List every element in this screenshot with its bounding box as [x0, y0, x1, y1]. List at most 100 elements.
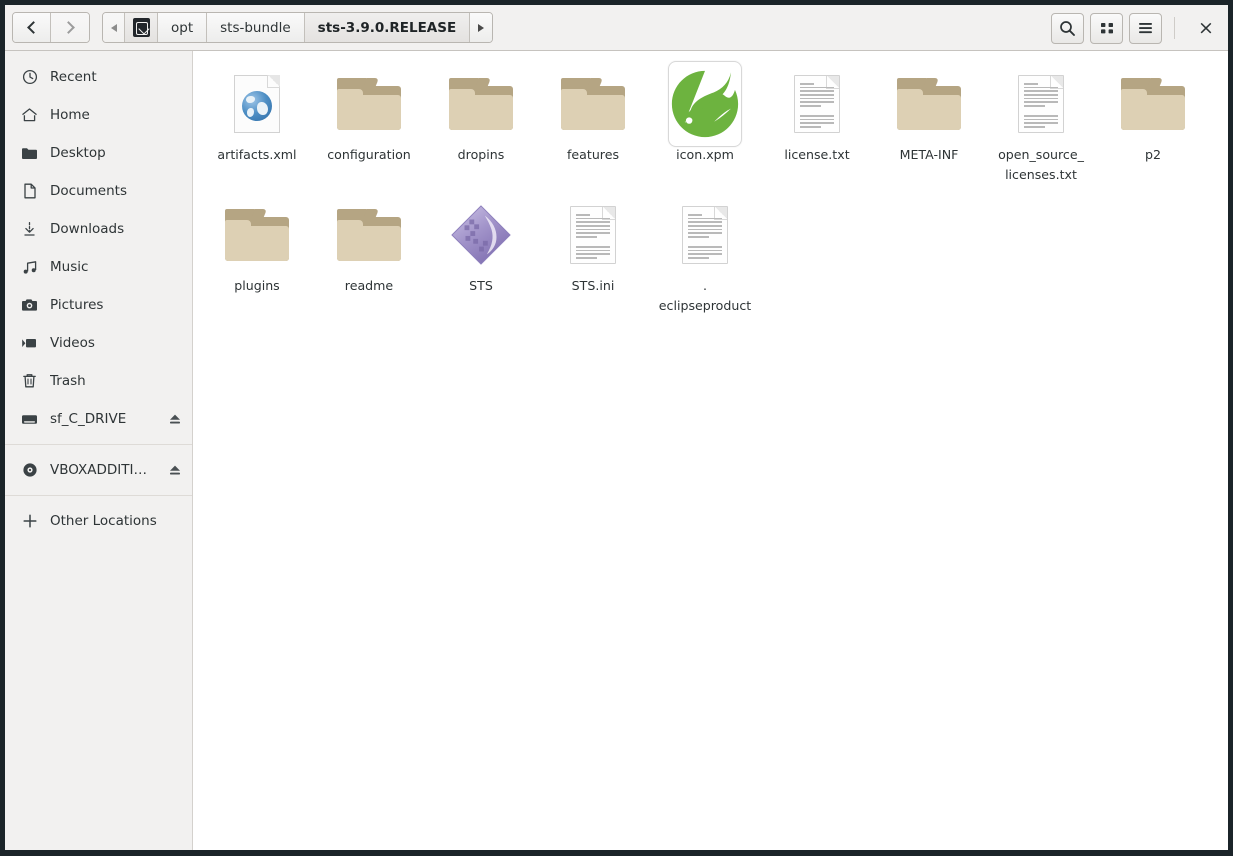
breadcrumb-scroll-left[interactable]	[103, 13, 125, 42]
file-label: configuration	[327, 145, 411, 165]
sidebar: Recent Home Desktop	[5, 51, 193, 850]
sidebar-item-downloads[interactable]: Downloads	[5, 210, 192, 248]
window-body: Recent Home Desktop	[5, 51, 1228, 850]
file-item[interactable]: readme	[313, 192, 425, 323]
sts-application-icon	[450, 204, 512, 266]
file-item[interactable]: plugins	[201, 192, 313, 323]
breadcrumb-item-opt[interactable]: opt	[158, 13, 207, 42]
file-item[interactable]: dropins	[425, 61, 537, 192]
file-icon	[1004, 67, 1078, 141]
file-label: p2	[1145, 145, 1161, 165]
toolbar-separator	[1174, 17, 1175, 39]
xml-file-icon	[234, 75, 280, 133]
text-file-icon	[794, 75, 840, 133]
sidebar-item-music[interactable]: Music	[5, 248, 192, 286]
search-button[interactable]	[1051, 13, 1084, 44]
document-icon	[21, 183, 38, 200]
file-icon	[332, 67, 406, 141]
filesystem-root-icon	[133, 18, 150, 37]
sidebar-item-label: Pictures	[50, 297, 182, 313]
file-item[interactable]: STS.ini	[537, 192, 649, 323]
file-icon	[556, 198, 630, 272]
sidebar-item-desktop[interactable]: Desktop	[5, 134, 192, 172]
navigation-buttons	[12, 12, 90, 43]
file-grid: artifacts.xml configuration dropinsfeature…	[201, 61, 1220, 323]
camera-icon	[21, 297, 38, 314]
text-file-icon	[570, 206, 616, 264]
file-item[interactable]: icon.xpm	[649, 61, 761, 192]
sidebar-item-videos[interactable]: Videos	[5, 324, 192, 362]
sidebar-item-home[interactable]: Home	[5, 96, 192, 134]
plus-icon	[21, 513, 38, 530]
video-icon	[21, 335, 38, 352]
folder-icon	[1121, 78, 1185, 130]
eject-icon[interactable]	[168, 412, 182, 426]
file-label: open_source_ licenses.txt	[998, 145, 1084, 184]
breadcrumb-item-current[interactable]: sts-3.9.0.RELEASE	[305, 13, 471, 42]
sidebar-item-documents[interactable]: Documents	[5, 172, 192, 210]
file-item[interactable]: open_source_ licenses.txt	[985, 61, 1097, 192]
file-label: STS	[469, 276, 493, 296]
sidebar-item-label: Home	[50, 107, 182, 123]
folder-icon	[337, 209, 401, 261]
sidebar-separator	[5, 495, 192, 496]
file-label: STS.ini	[572, 276, 615, 296]
sidebar-item-label: sf_C_DRIVE	[50, 411, 156, 427]
file-item[interactable]: features	[537, 61, 649, 192]
sidebar-item-other-locations[interactable]: Other Locations	[5, 502, 192, 540]
sidebar-item-label: Music	[50, 259, 182, 275]
file-label: . eclipseproduct	[659, 276, 751, 315]
sidebar-item-vboxadditions[interactable]: VBOXADDITI…	[5, 451, 192, 489]
trash-icon	[21, 373, 38, 390]
file-item[interactable]: STS	[425, 192, 537, 323]
triangle-left-icon	[111, 24, 117, 32]
sidebar-item-label: Recent	[50, 69, 182, 85]
file-label: license.txt	[784, 145, 849, 165]
file-label: plugins	[234, 276, 280, 296]
file-icon	[556, 67, 630, 141]
sidebar-item-sf-c-drive[interactable]: sf_C_DRIVE	[5, 400, 192, 438]
file-icon	[444, 198, 518, 272]
text-file-icon	[1018, 75, 1064, 133]
breadcrumb: opt sts-bundle sts-3.9.0.RELEASE	[102, 12, 493, 43]
sidebar-item-label: Videos	[50, 335, 182, 351]
menu-button[interactable]	[1129, 13, 1162, 44]
hard-drive-icon	[21, 411, 38, 428]
file-item[interactable]: META-INF	[873, 61, 985, 192]
breadcrumb-root[interactable]	[125, 13, 158, 42]
file-icon	[220, 198, 294, 272]
sidebar-item-trash[interactable]: Trash	[5, 362, 192, 400]
file-item[interactable]: license.txt	[761, 61, 873, 192]
file-list-view[interactable]: artifacts.xml configuration dropinsfeature…	[193, 51, 1228, 850]
folder-icon	[561, 78, 625, 130]
sidebar-item-label: Documents	[50, 183, 182, 199]
sidebar-item-label: Trash	[50, 373, 182, 389]
header-bar: opt sts-bundle sts-3.9.0.RELEASE	[5, 5, 1228, 51]
file-item[interactable]: . eclipseproduct	[649, 192, 761, 323]
back-button[interactable]	[13, 13, 51, 42]
file-icon	[668, 198, 742, 272]
file-icon	[332, 198, 406, 272]
view-grid-button[interactable]	[1090, 13, 1123, 44]
sidebar-item-label: Downloads	[50, 221, 182, 237]
breadcrumb-item-sts-bundle[interactable]: sts-bundle	[207, 13, 305, 42]
close-button[interactable]: ×	[1191, 13, 1221, 43]
sidebar-item-recent[interactable]: Recent	[5, 58, 192, 96]
hamburger-menu-icon	[1137, 20, 1154, 36]
file-item[interactable]: configuration	[313, 61, 425, 192]
file-icon	[444, 67, 518, 141]
forward-button[interactable]	[51, 13, 89, 42]
file-label: artifacts.xml	[217, 145, 296, 165]
clock-icon	[21, 69, 38, 86]
desktop-folder-icon	[21, 145, 38, 162]
file-label: readme	[345, 276, 393, 296]
file-item[interactable]: p2	[1097, 61, 1209, 192]
file-item[interactable]: artifacts.xml	[201, 61, 313, 192]
breadcrumb-scroll-right[interactable]	[470, 13, 492, 42]
folder-icon	[337, 78, 401, 130]
music-note-icon	[21, 259, 38, 276]
folder-icon	[449, 78, 513, 130]
download-icon	[21, 221, 38, 238]
eject-icon[interactable]	[168, 463, 182, 477]
sidebar-item-pictures[interactable]: Pictures	[5, 286, 192, 324]
